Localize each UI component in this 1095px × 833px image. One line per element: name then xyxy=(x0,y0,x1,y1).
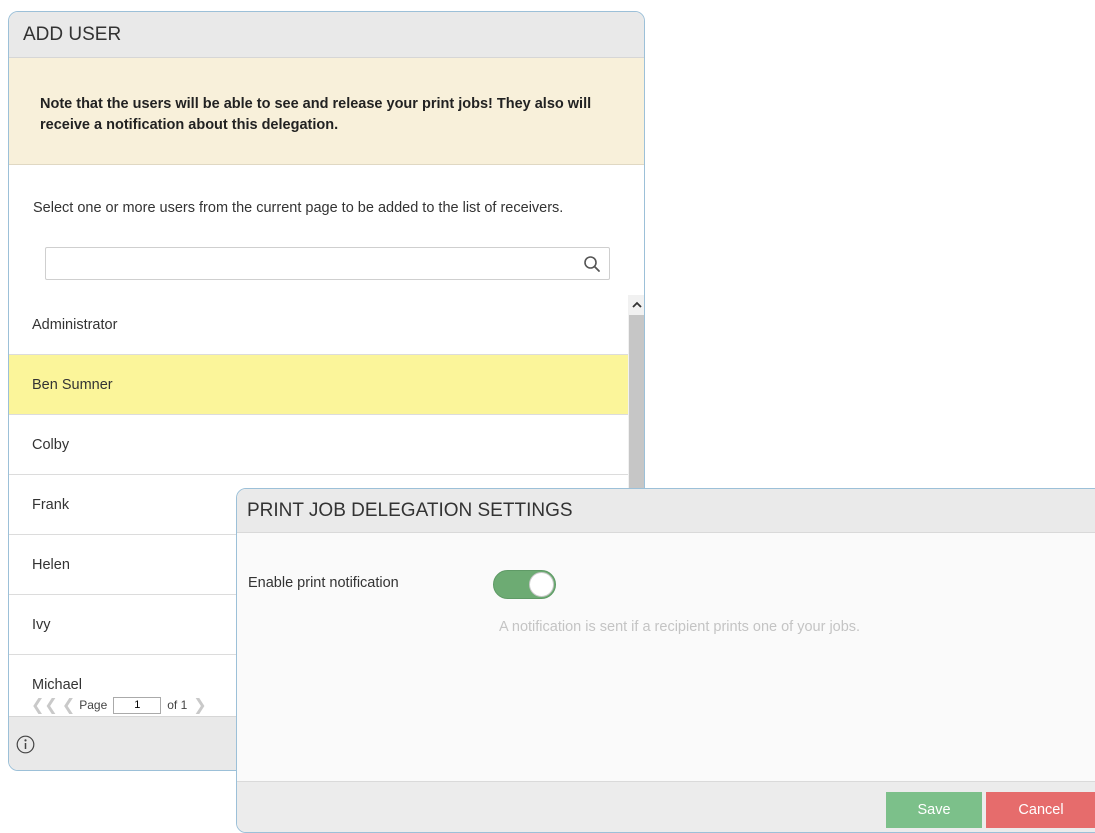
toggle-knob xyxy=(529,572,554,597)
enable-notification-toggle[interactable] xyxy=(493,570,556,599)
user-row-ben-sumner[interactable]: Ben Sumner xyxy=(9,355,628,415)
user-row-administrator[interactable]: Administrator xyxy=(9,295,628,355)
pagination: ❮❮ ❮ Page of 1 ❯ xyxy=(31,694,211,716)
select-users-instruction: Select one or more users from the curren… xyxy=(33,200,564,216)
page-total: of 1 xyxy=(167,698,188,712)
search-icon[interactable] xyxy=(583,255,601,273)
page-label: Page xyxy=(79,698,108,712)
settings-body: Enable print notification A notification… xyxy=(237,533,1095,781)
page-number-input[interactable] xyxy=(113,696,162,714)
settings-footer: Save Cancel xyxy=(237,781,1095,832)
double-chevron-left-icon[interactable]: ❮❮ xyxy=(31,695,58,715)
settings-title: PRINT JOB DELEGATION SETTINGS xyxy=(247,499,573,521)
user-name: Helen xyxy=(32,556,70,573)
enable-notification-label: Enable print notification xyxy=(248,575,399,591)
chevron-right-icon[interactable]: ❯ xyxy=(193,695,206,715)
print-job-delegation-settings-dialog: PRINT JOB DELEGATION SETTINGS Enable pri… xyxy=(236,488,1095,833)
save-button[interactable]: Save xyxy=(886,792,982,828)
notification-help-text: A notification is sent if a recipient pr… xyxy=(499,619,861,635)
user-search-box[interactable] xyxy=(45,247,610,280)
user-name: Administrator xyxy=(32,316,118,333)
user-name: Ben Sumner xyxy=(32,376,113,393)
add-user-header: ADD USER xyxy=(9,12,644,58)
user-name: Ivy xyxy=(32,616,51,633)
user-name: Colby xyxy=(32,436,70,453)
scrollbar-thumb[interactable] xyxy=(629,315,644,515)
user-name: Michael xyxy=(32,677,82,693)
user-name: Frank xyxy=(32,496,70,513)
cancel-button[interactable]: Cancel xyxy=(986,792,1095,828)
settings-header: PRINT JOB DELEGATION SETTINGS xyxy=(237,489,1095,533)
user-row-colby[interactable]: Colby xyxy=(9,415,628,475)
add-user-title: ADD USER xyxy=(23,23,122,45)
delegation-warning-note: Note that the users will be able to see … xyxy=(9,58,644,165)
chevron-left-icon[interactable]: ❮ xyxy=(62,695,75,715)
chevron-up-icon[interactable] xyxy=(628,295,644,313)
user-search-input[interactable] xyxy=(52,248,576,280)
info-icon[interactable] xyxy=(16,735,35,754)
